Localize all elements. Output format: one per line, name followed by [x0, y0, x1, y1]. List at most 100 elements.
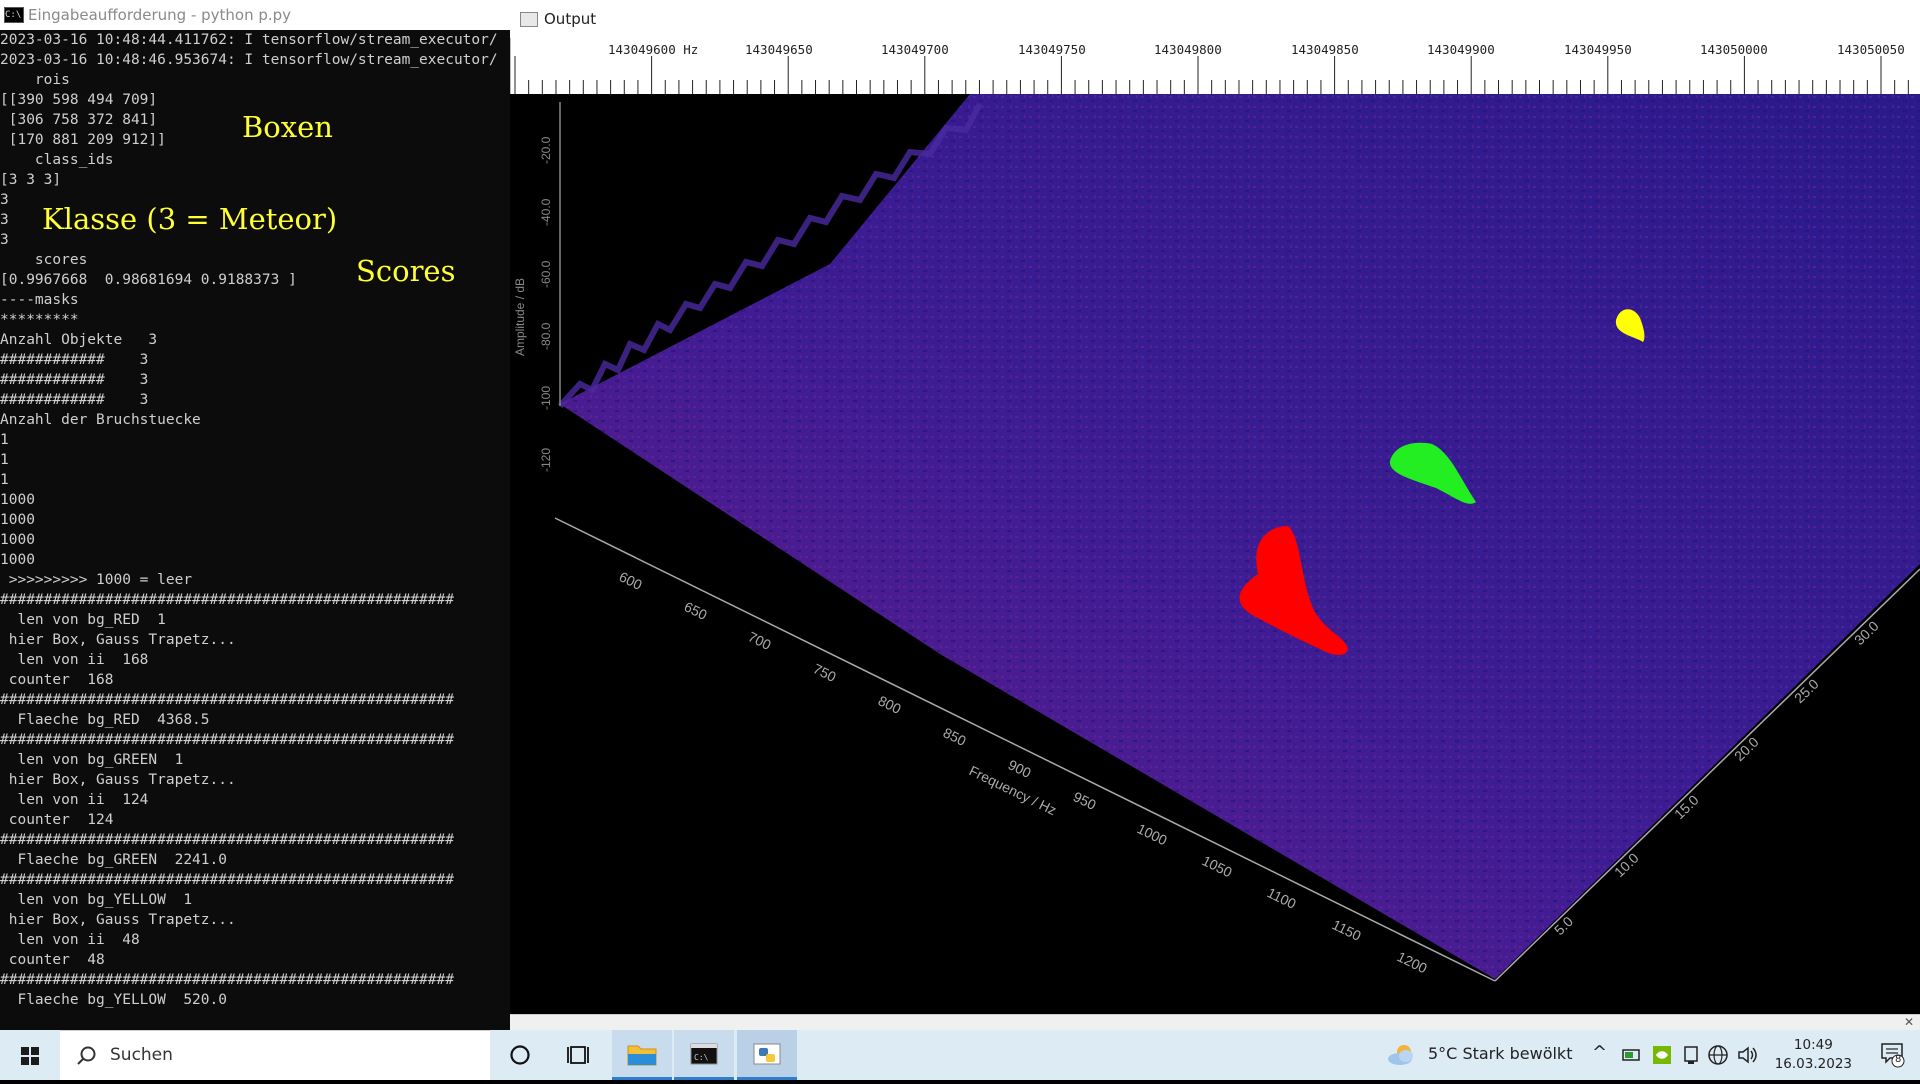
console-line: ********* — [0, 312, 79, 328]
spectrogram-3d-plot[interactable]: -20.0 -40.0 -60.0 -80.0 -100 -120 Amplit… — [510, 94, 1920, 1014]
console-title: Eingabeaufforderung - python p.py — [28, 6, 292, 24]
amplitude-tick: -40.0 — [539, 198, 553, 226]
console-line: [[390 598 494 709] — [0, 92, 158, 108]
amplitude-axis-label: Amplitude / dB — [513, 278, 527, 356]
console-line: ----masks — [0, 292, 79, 308]
folder-icon — [627, 1045, 657, 1066]
clock-time: 10:49 — [1793, 1037, 1833, 1053]
timeline-button[interactable] — [550, 1030, 610, 1080]
amplitude-tick: -60.0 — [539, 260, 553, 288]
ruler-label: 143049700 — [881, 42, 949, 57]
console-window[interactable]: C:\ Eingabeaufforderung - python p.py 20… — [0, 0, 510, 1030]
search-placeholder: Suchen — [110, 1045, 173, 1065]
console-line: 1000 — [0, 552, 35, 568]
windows-logo-icon — [21, 1047, 39, 1065]
output-title: Output — [544, 10, 597, 28]
taskbar-python[interactable] — [737, 1030, 797, 1080]
console-line: 2023-03-16 10:48:46.953674: I tensorflow… — [0, 52, 498, 68]
device-icon[interactable] — [1682, 1045, 1700, 1065]
console-line: [3 3 3] — [0, 172, 62, 188]
window-icon — [520, 12, 538, 27]
frequency-tick: 850 — [941, 724, 969, 749]
console-line: counter 48 — [0, 952, 105, 968]
globe-icon[interactable] — [1707, 1044, 1729, 1066]
console-line: len von bg_GREEN 1 — [0, 752, 184, 768]
clock[interactable]: 10:49 16.03.2023 — [1775, 1036, 1852, 1074]
console-line: ########################################… — [0, 972, 454, 988]
chevron-up-icon[interactable]: ^ — [1592, 1042, 1607, 1063]
console-line: [170 881 209 912]] — [0, 132, 166, 148]
ruler-label: 143049900 — [1427, 42, 1495, 57]
clock-date: 16.03.2023 — [1774, 1056, 1852, 1072]
console-line: len von ii 48 — [0, 932, 140, 948]
console-titlebar[interactable]: C:\ Eingabeaufforderung - python p.py — [0, 0, 510, 30]
task-view-icon — [567, 1046, 589, 1064]
console-line: 3 — [0, 212, 9, 228]
output-titlebar[interactable]: Output — [510, 0, 1920, 38]
taskbar: Suchen C:\ 5°C Stark bewölkt ^ 10:49 16.… — [0, 1030, 1920, 1080]
frequency-tick: 1000 — [1135, 820, 1170, 848]
console-line: 1 — [0, 432, 9, 448]
annotation-scores: Scores — [356, 254, 456, 288]
weather-cloud-icon[interactable] — [1386, 1042, 1418, 1068]
console-line: len von ii 124 — [0, 792, 149, 808]
horizontal-scrollbar[interactable]: ✕ — [510, 1014, 1920, 1031]
frequency-tick: 1050 — [1200, 852, 1235, 880]
taskbar-command-prompt[interactable]: C:\ — [674, 1030, 734, 1080]
console-line: Anzahl Objekte 3 — [0, 332, 158, 348]
console-line: 1000 — [0, 492, 35, 508]
resize-grip-icon: ✕ — [1903, 1015, 1914, 1029]
ruler-label: 143049850 — [1291, 42, 1359, 57]
console-line: >>>>>>>>> 1000 = leer — [0, 572, 193, 588]
frequency-tick: 1100 — [1265, 884, 1299, 912]
console-line: counter 124 — [0, 812, 114, 828]
python-icon — [753, 1043, 781, 1065]
console-line: Anzahl der Bruchstuecke — [0, 412, 201, 428]
amplitude-tick: -120 — [539, 448, 553, 472]
console-line: ########################################… — [0, 872, 454, 888]
frequency-tick: 950 — [1071, 788, 1099, 813]
amplitude-tick: -80.0 — [539, 322, 553, 350]
weather-text[interactable]: 5°C Stark bewölkt — [1428, 1044, 1572, 1063]
console-line: ########################################… — [0, 692, 454, 708]
ruler-label: 143049600 Hz — [608, 42, 699, 57]
task-view-button[interactable] — [490, 1030, 550, 1080]
console-line: ############ 3 — [0, 392, 149, 408]
ruler-label: 143050050 — [1837, 42, 1905, 57]
console-output: 2023-03-16 10:48:44.411762: I tensorflow… — [0, 30, 510, 1030]
notification-center-button[interactable]: 8 — [1880, 1042, 1906, 1068]
taskbar-file-explorer[interactable] — [612, 1030, 672, 1080]
frequency-tick: 750 — [811, 660, 839, 685]
console-line: ########################################… — [0, 832, 454, 848]
cortana-circle-icon — [510, 1045, 530, 1065]
amplitude-ticks: -20.0 -40.0 -60.0 -80.0 -100 -120 — [539, 136, 553, 472]
console-line: hier Box, Gauss Trapetz... — [0, 772, 236, 788]
ruler-label: 143049950 — [1564, 42, 1632, 57]
console-line: 1000 — [0, 532, 35, 548]
battery-meter-icon[interactable] — [1622, 1046, 1642, 1064]
console-line: [0.9967668 0.98681694 0.9188373 ] — [0, 272, 297, 288]
output-window[interactable]: Output 143049600 Hz 143049650 143049700 … — [510, 0, 1920, 1031]
ruler-label: 143050000 — [1700, 42, 1768, 57]
console-line: 1 — [0, 472, 9, 488]
terminal-icon: C:\ — [690, 1043, 718, 1065]
console-line: ############ 3 — [0, 372, 149, 388]
console-line: hier Box, Gauss Trapetz... — [0, 912, 236, 928]
nvidia-icon[interactable] — [1652, 1045, 1672, 1065]
notification-icon — [1881, 1043, 1905, 1068]
taskbar-search[interactable]: Suchen — [60, 1030, 490, 1080]
frequency-tick: 650 — [682, 598, 710, 623]
ruler-label: 143049650 — [745, 42, 813, 57]
frequency-ruler: 143049600 Hz 143049650 143049700 1430497… — [510, 38, 1920, 94]
console-line: Flaeche bg_RED 4368.5 — [0, 712, 210, 728]
notification-count: 8 — [1895, 1054, 1902, 1065]
start-button[interactable] — [0, 1030, 60, 1080]
console-line: 3 — [0, 232, 9, 248]
console-line: ########################################… — [0, 592, 454, 608]
frequency-tick: 600 — [617, 568, 645, 593]
annotation-klasse: Klasse (3 = Meteor) — [42, 202, 338, 236]
console-line: class_ids — [0, 152, 114, 168]
console-line: len von bg_RED 1 — [0, 612, 166, 628]
frequency-tick: 900 — [1006, 756, 1034, 781]
speaker-icon[interactable] — [1736, 1044, 1758, 1066]
